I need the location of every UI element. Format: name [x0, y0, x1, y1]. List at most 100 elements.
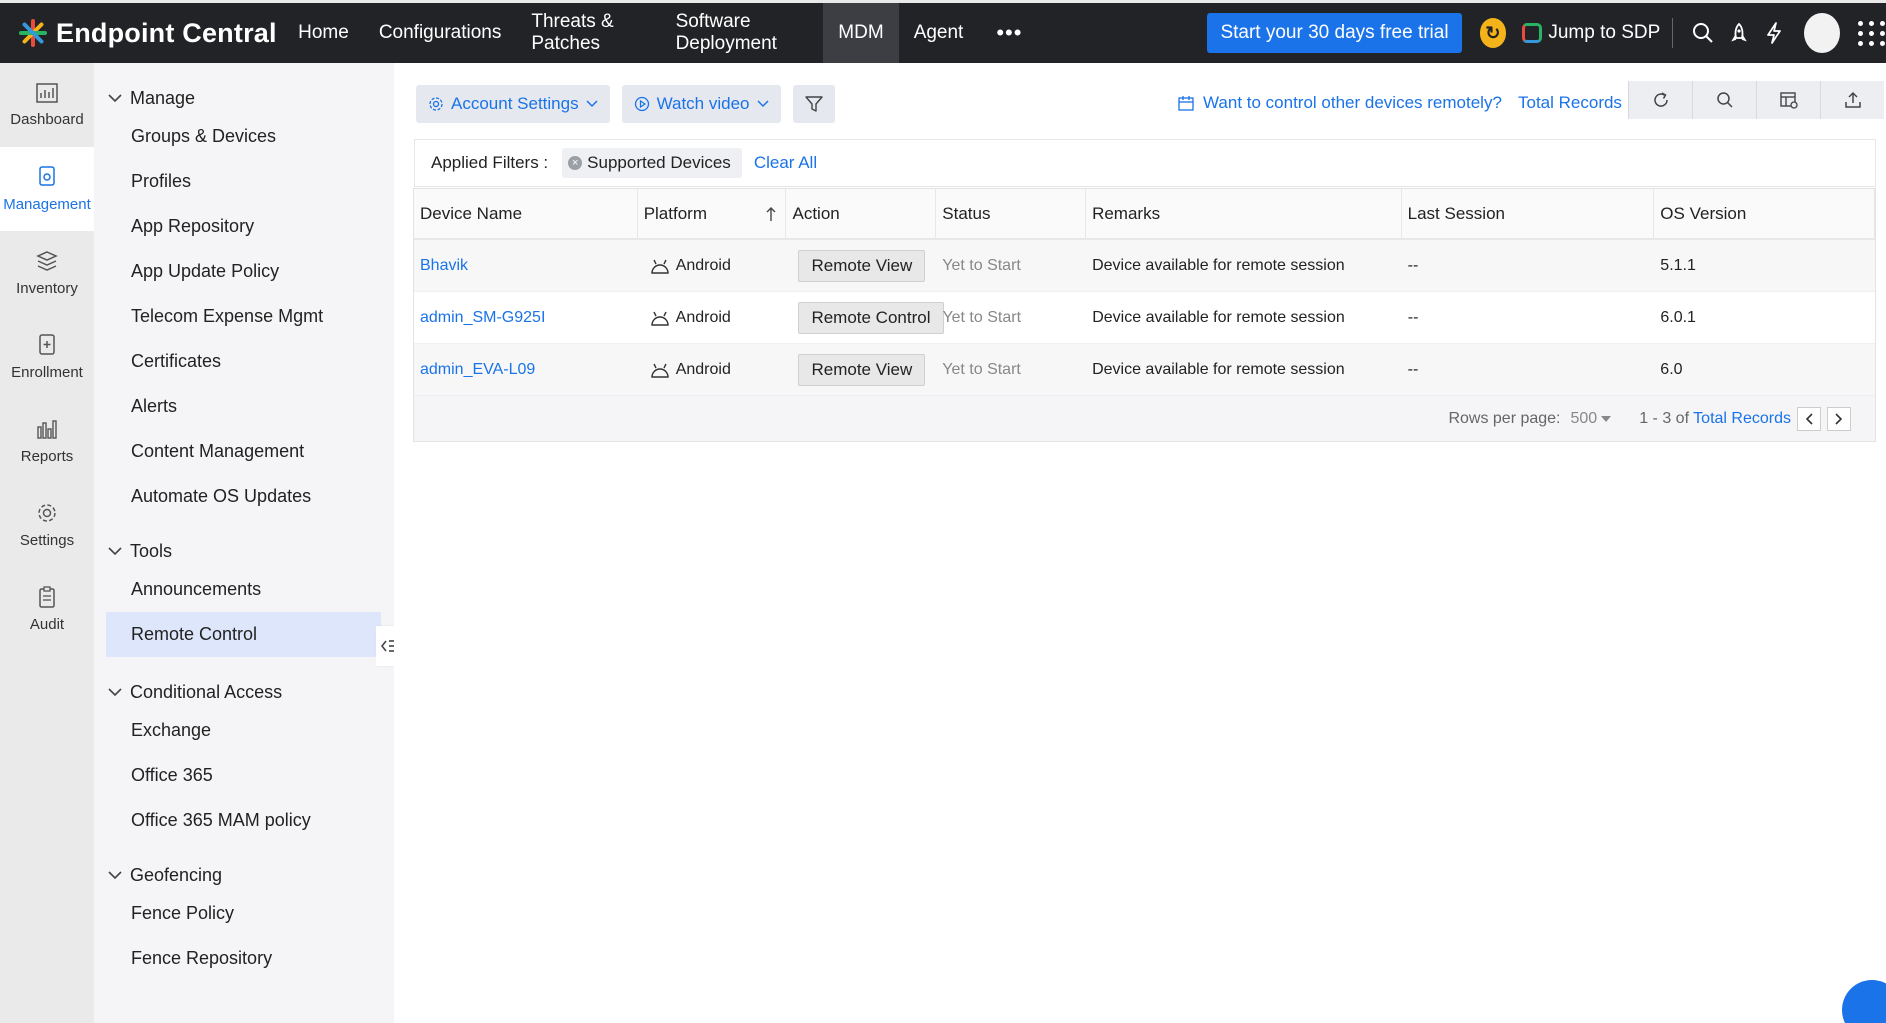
prev-page-button[interactable] — [1797, 406, 1821, 431]
brand-name: Endpoint Central — [56, 17, 277, 48]
col-os-version[interactable]: OS Version — [1654, 189, 1875, 238]
account-settings-dropdown[interactable]: Account Settings — [416, 85, 610, 123]
subnav-office-365[interactable]: Office 365 — [94, 753, 394, 798]
remote-control-button[interactable]: Remote Control — [798, 301, 944, 334]
subnav-fence-policy[interactable]: Fence Policy — [94, 891, 394, 936]
jump-to-sdp-link[interactable]: Jump to SDP — [1522, 22, 1660, 44]
col-action[interactable]: Action — [786, 189, 937, 238]
search-icon[interactable] — [1685, 22, 1721, 44]
clear-all-link[interactable]: Clear All — [754, 153, 817, 173]
applied-filters-label: Applied Filters : — [431, 153, 549, 172]
filter-chip-label: Supported Devices — [587, 153, 731, 172]
nav-threats-patches[interactable]: Threats & Patches — [516, 3, 660, 63]
col-device-name[interactable]: Device Name — [414, 189, 638, 238]
filter-button[interactable] — [792, 85, 835, 123]
settings-icon — [38, 503, 56, 522]
next-page-button[interactable] — [1827, 406, 1851, 431]
section-geofencing[interactable]: Geofencing — [94, 861, 394, 889]
remarks-cell: Device available for remote session — [1092, 308, 1345, 326]
rail-settings[interactable]: Settings — [0, 483, 94, 567]
section-manage[interactable]: Manage — [94, 84, 394, 112]
subnav-groups-devices[interactable]: Groups & Devices — [94, 114, 394, 159]
total-records-link[interactable]: Total Records — [1518, 93, 1622, 113]
free-trial-button[interactable]: Start your 30 days free trial — [1207, 13, 1462, 53]
rail-reports[interactable]: Reports — [0, 399, 94, 483]
gear-icon — [429, 97, 443, 111]
device-name-link[interactable]: admin_SM-G925I — [414, 292, 638, 343]
management-icon — [39, 165, 55, 186]
user-avatar[interactable] — [1804, 13, 1840, 53]
rail-inventory-label: Inventory — [16, 279, 78, 297]
col-platform-label: Platform — [643, 203, 707, 223]
table-body: Bhavik Android Remote View Yet to Start … — [414, 240, 1875, 396]
device-name-link[interactable]: Bhavik — [414, 240, 638, 291]
remote-view-button[interactable]: Remote View — [798, 249, 926, 282]
control-other-devices-link[interactable]: Want to control other devices remotely? — [1178, 93, 1502, 113]
lightning-icon[interactable] — [1757, 22, 1793, 44]
subnav-announcements[interactable]: Announcements — [94, 567, 394, 612]
rail-inventory[interactable]: Inventory — [0, 231, 94, 315]
watch-video-label: Watch video — [656, 94, 750, 113]
rail-enrollment[interactable]: Enrollment — [0, 315, 94, 399]
total-records-footer-link[interactable]: Total Records — [1693, 410, 1791, 427]
filter-chip[interactable]: × Supported Devices — [562, 148, 742, 178]
refresh-button[interactable] — [1628, 81, 1692, 119]
rail-audit[interactable]: Audit — [0, 567, 94, 651]
device-name-link[interactable]: admin_EVA-L09 — [414, 344, 638, 395]
section-conditional-access[interactable]: Conditional Access — [94, 678, 394, 706]
nav-more-icon[interactable]: ••• — [978, 3, 1040, 63]
rail-dashboard[interactable]: Dashboard — [0, 63, 94, 147]
nav-software-deployment[interactable]: Software Deployment — [661, 3, 824, 63]
subnav-office-365-mam[interactable]: Office 365 MAM policy — [94, 798, 394, 843]
section-tools[interactable]: Tools — [94, 537, 394, 565]
os-version-cell: 6.0.1 — [1660, 308, 1696, 326]
refresh-badge-icon[interactable]: ↻ — [1479, 18, 1507, 48]
subnav-automate-os-updates[interactable]: Automate OS Updates — [94, 474, 394, 519]
toolbar: Account Settings Watch video — [416, 85, 835, 123]
nav-home[interactable]: Home — [283, 3, 364, 63]
rocket-icon[interactable] — [1721, 22, 1757, 44]
apps-grid-icon[interactable] — [1857, 20, 1886, 46]
main-nav: Home Configurations Threats & Patches So… — [283, 3, 1040, 63]
col-status[interactable]: Status — [936, 189, 1087, 238]
reports-icon — [37, 419, 57, 439]
nav-configurations[interactable]: Configurations — [364, 3, 517, 63]
chevron-left-icon — [1805, 412, 1813, 425]
nav-mdm[interactable]: MDM — [823, 3, 899, 63]
action-cell: Remote View — [786, 344, 936, 395]
platform-label: Android — [675, 256, 731, 274]
table-row: Bhavik Android Remote View Yet to Start … — [414, 240, 1875, 292]
header-divider — [1672, 18, 1674, 48]
subnav-alerts[interactable]: Alerts — [94, 384, 394, 429]
watch-video-dropdown[interactable]: Watch video — [621, 85, 781, 123]
brand-mark-icon — [18, 18, 48, 48]
subnav-remote-control[interactable]: Remote Control — [106, 612, 381, 657]
sort-up-icon — [766, 206, 776, 221]
chevron-down-icon — [108, 94, 122, 103]
subnav-certificates[interactable]: Certificates — [94, 339, 394, 384]
export-button[interactable] — [1820, 81, 1884, 119]
remote-view-button[interactable]: Remote View — [798, 353, 926, 386]
column-chooser-button[interactable] — [1756, 81, 1820, 119]
left-rail: Dashboard Management Inventory Enrollmen… — [0, 63, 94, 1023]
col-last-session[interactable]: Last Session — [1402, 189, 1655, 238]
subnav-app-update-policy[interactable]: App Update Policy — [94, 249, 394, 294]
subnav-exchange[interactable]: Exchange — [94, 708, 394, 753]
subnav-fence-repository[interactable]: Fence Repository — [94, 936, 394, 981]
rows-per-page-select[interactable]: 500 — [1571, 410, 1612, 428]
nav-agent[interactable]: Agent — [899, 3, 979, 63]
sdp-logo-icon — [1522, 23, 1543, 43]
subnav-profiles[interactable]: Profiles — [94, 159, 394, 204]
rail-management[interactable]: Management — [0, 147, 94, 231]
search-button[interactable] — [1692, 81, 1756, 119]
record-range: 1 - 3 of Total Records — [1639, 410, 1791, 428]
col-remarks[interactable]: Remarks — [1086, 189, 1402, 238]
col-platform[interactable]: Platform — [638, 189, 787, 238]
brand-logo[interactable]: Endpoint Central — [0, 18, 283, 49]
subnav-app-repository[interactable]: App Repository — [94, 204, 394, 249]
subnav-telecom-expense[interactable]: Telecom Expense Mgmt — [94, 294, 394, 339]
close-icon[interactable]: × — [568, 156, 583, 170]
platform-cell: Android — [638, 344, 787, 395]
remarks-cell: Device available for remote session — [1092, 360, 1345, 378]
subnav-content-management[interactable]: Content Management — [94, 429, 394, 474]
